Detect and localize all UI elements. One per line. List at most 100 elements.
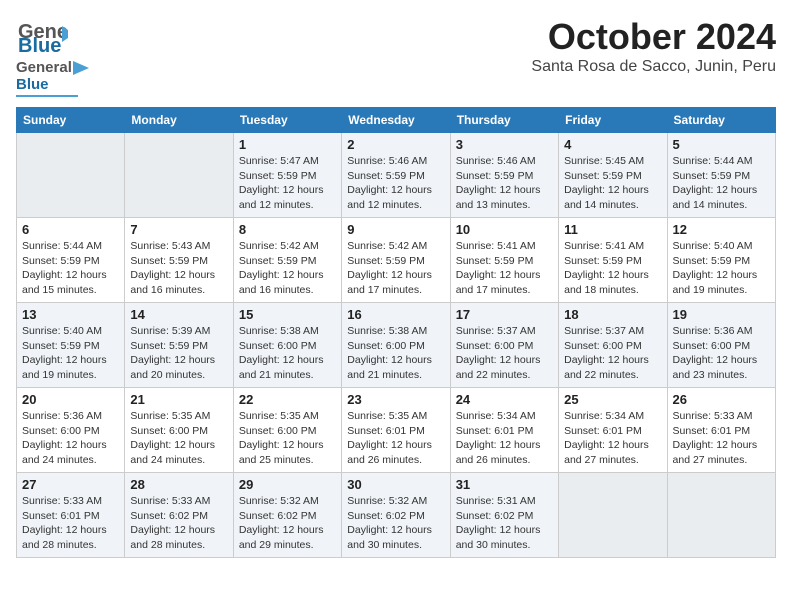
- day-info: Sunrise: 5:35 AM Sunset: 6:00 PM Dayligh…: [239, 409, 336, 468]
- day-number: 22: [239, 392, 336, 407]
- calendar-week-row: 6Sunrise: 5:44 AM Sunset: 5:59 PM Daylig…: [17, 218, 776, 303]
- calendar-cell: 2 Sunrise: 5:46 AM Sunset: 5:59 PM Daylig…: [342, 133, 450, 218]
- day-number: 30: [347, 477, 444, 492]
- day-info: Sunrise: 5:35 AM Sunset: 6:00 PM Dayligh…: [130, 409, 227, 468]
- svg-text:Blue: Blue: [18, 35, 61, 57]
- calendar-cell: 27Sunrise: 5:33 AM Sunset: 6:01 PM Dayli…: [17, 473, 125, 558]
- day-info: Sunrise: 5:33 AM Sunset: 6:02 PM Dayligh…: [130, 494, 227, 553]
- calendar-cell: 31Sunrise: 5:31 AM Sunset: 6:02 PM Dayli…: [450, 473, 558, 558]
- day-info: Sunrise: 5:43 AM Sunset: 5:59 PM Dayligh…: [130, 239, 227, 298]
- day-number: 10: [456, 222, 553, 237]
- day-number: 5: [673, 137, 770, 152]
- calendar-cell: 14Sunrise: 5:39 AM Sunset: 5:59 PM Dayli…: [125, 303, 233, 388]
- day-number: 18: [564, 307, 661, 322]
- day-info: Sunrise: 5:37 AM Sunset: 6:00 PM Dayligh…: [456, 324, 553, 383]
- day-info: Sunrise: 5:32 AM Sunset: 6:02 PM Dayligh…: [347, 494, 444, 553]
- calendar-cell: 9 Sunrise: 5:42 AM Sunset: 5:59 PM Daylig…: [342, 218, 450, 303]
- day-number: 28: [130, 477, 227, 492]
- calendar-cell: 20 Sunrise: 5:36 AM Sunset: 6:00 PM Dayli…: [17, 388, 125, 473]
- calendar-cell: 18 Sunrise: 5:37 AM Sunset: 6:00 PM Dayli…: [559, 303, 667, 388]
- title-block: October 2024 Santa Rosa de Sacco, Junin,…: [531, 16, 776, 76]
- day-info: Sunrise: 5:35 AM Sunset: 6:01 PM Dayligh…: [347, 409, 444, 468]
- calendar-week-row: 13Sunrise: 5:40 AM Sunset: 5:59 PM Dayli…: [17, 303, 776, 388]
- logo-icon: General Blue: [16, 16, 68, 60]
- calendar-cell: [17, 133, 125, 218]
- day-info: Sunrise: 5:44 AM Sunset: 5:59 PM Dayligh…: [673, 154, 770, 213]
- day-number: 1: [239, 137, 336, 152]
- day-number: 7: [130, 222, 227, 237]
- calendar-cell: 1Sunrise: 5:47 AM Sunset: 5:59 PM Daylig…: [233, 133, 341, 218]
- calendar-cell: [125, 133, 233, 218]
- logo-blue: Blue: [16, 77, 89, 94]
- day-of-week-header: Monday: [125, 108, 233, 133]
- page-header: General Blue General Blue October 2024 S…: [16, 16, 776, 97]
- calendar-cell: 7 Sunrise: 5:43 AM Sunset: 5:59 PM Daylig…: [125, 218, 233, 303]
- calendar-cell: 15 Sunrise: 5:38 AM Sunset: 6:00 PM Dayli…: [233, 303, 341, 388]
- month-title: October 2024: [531, 16, 776, 58]
- day-info: Sunrise: 5:39 AM Sunset: 5:59 PM Dayligh…: [130, 324, 227, 383]
- calendar-header-row: SundayMondayTuesdayWednesdayThursdayFrid…: [17, 108, 776, 133]
- calendar-cell: 28 Sunrise: 5:33 AM Sunset: 6:02 PM Dayli…: [125, 473, 233, 558]
- day-number: 11: [564, 222, 661, 237]
- day-number: 12: [673, 222, 770, 237]
- calendar-cell: [667, 473, 775, 558]
- day-of-week-header: Wednesday: [342, 108, 450, 133]
- day-info: Sunrise: 5:46 AM Sunset: 5:59 PM Dayligh…: [347, 154, 444, 213]
- day-info: Sunrise: 5:34 AM Sunset: 6:01 PM Dayligh…: [456, 409, 553, 468]
- day-of-week-header: Thursday: [450, 108, 558, 133]
- day-of-week-header: Saturday: [667, 108, 775, 133]
- day-number: 16: [347, 307, 444, 322]
- day-number: 8: [239, 222, 336, 237]
- day-number: 26: [673, 392, 770, 407]
- day-info: Sunrise: 5:38 AM Sunset: 6:00 PM Dayligh…: [347, 324, 444, 383]
- day-info: Sunrise: 5:40 AM Sunset: 5:59 PM Dayligh…: [22, 324, 119, 383]
- day-info: Sunrise: 5:32 AM Sunset: 6:02 PM Dayligh…: [239, 494, 336, 553]
- day-of-week-header: Friday: [559, 108, 667, 133]
- day-info: Sunrise: 5:36 AM Sunset: 6:00 PM Dayligh…: [22, 409, 119, 468]
- day-number: 15: [239, 307, 336, 322]
- calendar-cell: 17Sunrise: 5:37 AM Sunset: 6:00 PM Dayli…: [450, 303, 558, 388]
- day-info: Sunrise: 5:31 AM Sunset: 6:02 PM Dayligh…: [456, 494, 553, 553]
- calendar-cell: 11Sunrise: 5:41 AM Sunset: 5:59 PM Dayli…: [559, 218, 667, 303]
- day-info: Sunrise: 5:46 AM Sunset: 5:59 PM Dayligh…: [456, 154, 553, 213]
- day-number: 20: [22, 392, 119, 407]
- day-of-week-header: Sunday: [17, 108, 125, 133]
- calendar-cell: 13Sunrise: 5:40 AM Sunset: 5:59 PM Dayli…: [17, 303, 125, 388]
- day-info: Sunrise: 5:45 AM Sunset: 5:59 PM Dayligh…: [564, 154, 661, 213]
- day-number: 29: [239, 477, 336, 492]
- day-number: 4: [564, 137, 661, 152]
- day-number: 9: [347, 222, 444, 237]
- day-info: Sunrise: 5:34 AM Sunset: 6:01 PM Dayligh…: [564, 409, 661, 468]
- day-number: 2: [347, 137, 444, 152]
- calendar-cell: 30 Sunrise: 5:32 AM Sunset: 6:02 PM Dayli…: [342, 473, 450, 558]
- calendar-cell: 8 Sunrise: 5:42 AM Sunset: 5:59 PM Daylig…: [233, 218, 341, 303]
- day-number: 19: [673, 307, 770, 322]
- calendar-cell: 5 Sunrise: 5:44 AM Sunset: 5:59 PM Daylig…: [667, 133, 775, 218]
- day-info: Sunrise: 5:42 AM Sunset: 5:59 PM Dayligh…: [347, 239, 444, 298]
- calendar-week-row: 20 Sunrise: 5:36 AM Sunset: 6:00 PM Dayli…: [17, 388, 776, 473]
- calendar-cell: 29 Sunrise: 5:32 AM Sunset: 6:02 PM Dayli…: [233, 473, 341, 558]
- logo-underline: [16, 95, 78, 97]
- calendar-cell: 19Sunrise: 5:36 AM Sunset: 6:00 PM Dayli…: [667, 303, 775, 388]
- day-number: 21: [130, 392, 227, 407]
- calendar-cell: 22 Sunrise: 5:35 AM Sunset: 6:00 PM Dayli…: [233, 388, 341, 473]
- calendar-cell: [559, 473, 667, 558]
- calendar-cell: 25Sunrise: 5:34 AM Sunset: 6:01 PM Dayli…: [559, 388, 667, 473]
- day-info: Sunrise: 5:33 AM Sunset: 6:01 PM Dayligh…: [673, 409, 770, 468]
- day-info: Sunrise: 5:37 AM Sunset: 6:00 PM Dayligh…: [564, 324, 661, 383]
- day-number: 23: [347, 392, 444, 407]
- calendar-cell: 3 Sunrise: 5:46 AM Sunset: 5:59 PM Daylig…: [450, 133, 558, 218]
- day-number: 6: [22, 222, 119, 237]
- day-info: Sunrise: 5:38 AM Sunset: 6:00 PM Dayligh…: [239, 324, 336, 383]
- calendar-cell: 4 Sunrise: 5:45 AM Sunset: 5:59 PM Daylig…: [559, 133, 667, 218]
- day-of-week-header: Tuesday: [233, 108, 341, 133]
- calendar-table: SundayMondayTuesdayWednesdayThursdayFrid…: [16, 107, 776, 558]
- day-number: 3: [456, 137, 553, 152]
- calendar-cell: 26 Sunrise: 5:33 AM Sunset: 6:01 PM Dayli…: [667, 388, 775, 473]
- logo-arrow-icon: [73, 61, 89, 75]
- calendar-cell: 21 Sunrise: 5:35 AM Sunset: 6:00 PM Dayli…: [125, 388, 233, 473]
- calendar-cell: 10Sunrise: 5:41 AM Sunset: 5:59 PM Dayli…: [450, 218, 558, 303]
- location-subtitle: Santa Rosa de Sacco, Junin, Peru: [531, 58, 776, 76]
- day-info: Sunrise: 5:33 AM Sunset: 6:01 PM Dayligh…: [22, 494, 119, 553]
- day-info: Sunrise: 5:42 AM Sunset: 5:59 PM Dayligh…: [239, 239, 336, 298]
